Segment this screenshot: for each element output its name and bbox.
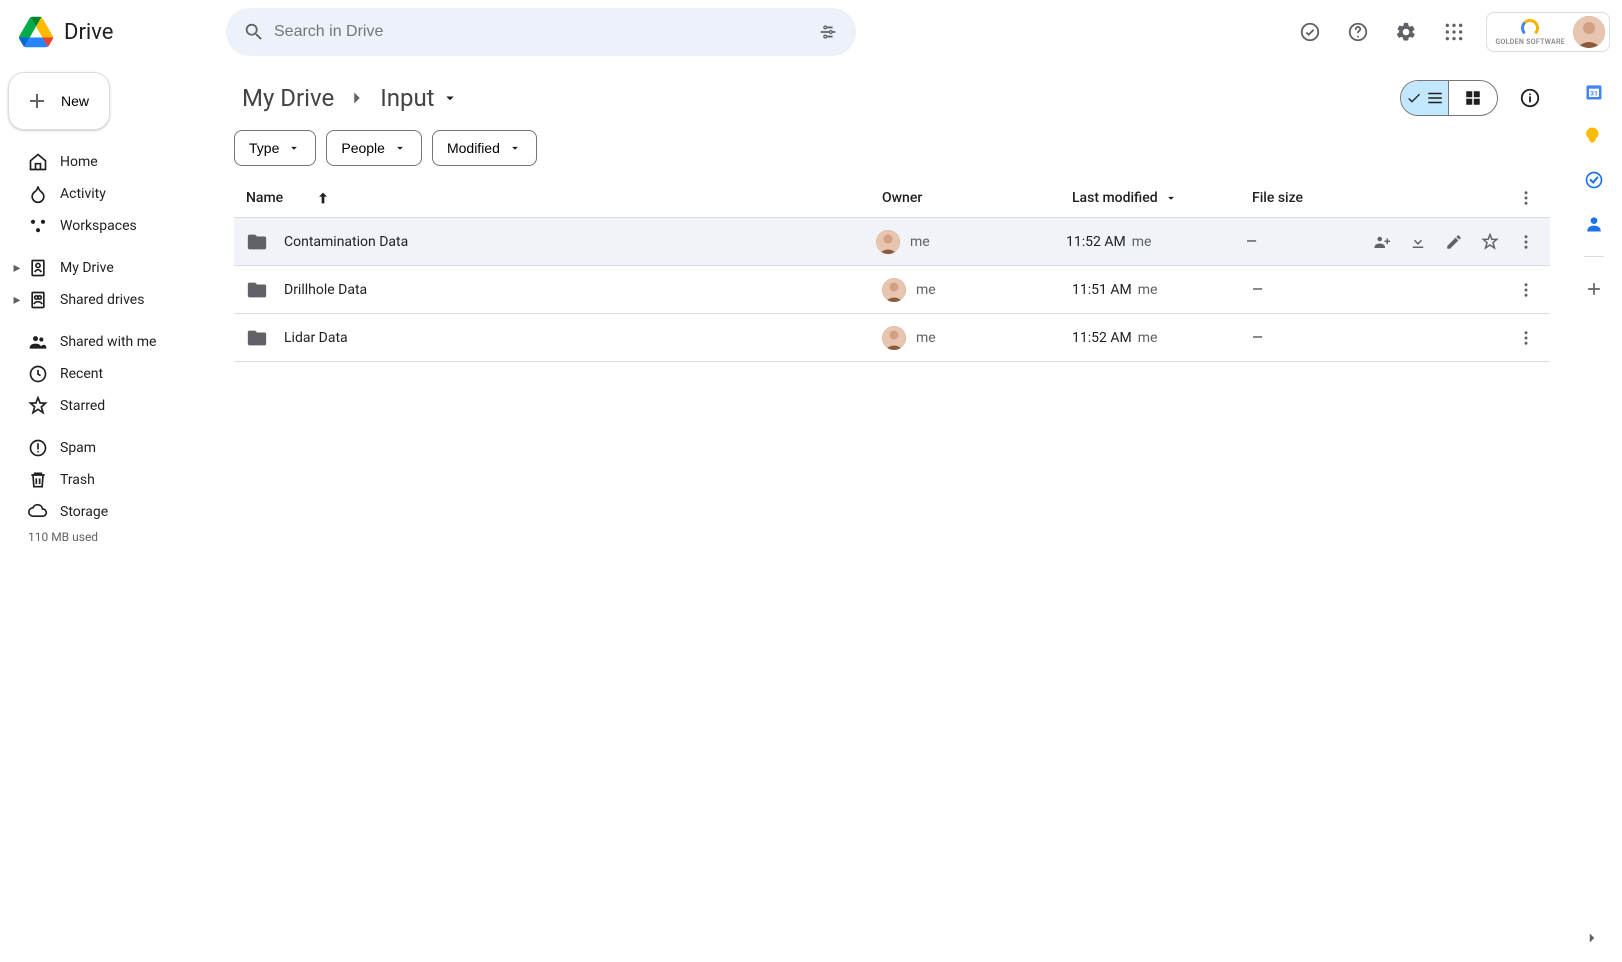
sidebar-item-activity[interactable]: Activity — [8, 178, 218, 210]
filter-people[interactable]: People — [326, 130, 422, 166]
table-row[interactable]: Drillhole Data me 11:51 AM me — — [234, 266, 1550, 314]
breadcrumb-current[interactable]: Input — [372, 80, 466, 116]
sort-indicator-icon — [1164, 191, 1178, 205]
drive-logo-icon — [16, 12, 56, 52]
owner-label: me — [916, 330, 936, 346]
new-button-label: New — [61, 93, 89, 109]
sidebar-item-recent[interactable]: Recent — [8, 358, 218, 390]
app-title: Drive — [64, 20, 113, 45]
star-icon[interactable] — [1474, 226, 1506, 258]
sort-ascending-icon[interactable] — [315, 190, 331, 206]
breadcrumbs: My Drive Input — [234, 80, 467, 116]
get-addons-icon[interactable] — [1574, 269, 1614, 309]
column-size[interactable]: File size — [1252, 190, 1372, 206]
search-icon[interactable] — [234, 12, 274, 52]
table-row[interactable]: Lidar Data me 11:52 AM me — — [234, 314, 1550, 362]
sidebar-item-spam[interactable]: Spam — [8, 432, 218, 464]
details-icon[interactable] — [1510, 78, 1550, 118]
expand-icon[interactable]: ▸ — [10, 292, 24, 308]
rename-icon[interactable] — [1438, 226, 1470, 258]
table-header: Name Owner Last modified File size — [234, 178, 1550, 218]
column-owner[interactable]: Owner — [882, 190, 1072, 206]
file-table: Name Owner Last modified File size — [234, 178, 1550, 362]
modified-time: 11:52 AM — [1066, 234, 1126, 250]
owner-label: me — [910, 234, 930, 250]
help-icon[interactable] — [1338, 12, 1378, 52]
sidebar-item-shared-drives[interactable]: ▸ Shared drives — [8, 284, 218, 316]
table-row[interactable]: Contamination Data me 11:52 AM me — — [234, 218, 1550, 266]
owner-avatar — [882, 326, 906, 350]
search-input[interactable] — [274, 23, 808, 41]
grid-view-button[interactable] — [1449, 81, 1497, 115]
apps-icon[interactable] — [1434, 12, 1474, 52]
dropdown-icon — [441, 89, 459, 107]
account-chip[interactable]: GOLDEN SOFTWARE — [1486, 12, 1610, 52]
more-actions-icon[interactable] — [1510, 274, 1542, 306]
filter-bar: Type People Modified — [234, 126, 1550, 178]
modified-time: 11:51 AM — [1072, 282, 1132, 298]
column-modified[interactable]: Last modified — [1072, 190, 1252, 206]
collapse-side-panel-icon[interactable] — [1576, 922, 1608, 954]
sidebar-item-home[interactable]: Home — [8, 146, 218, 178]
folder-icon — [246, 279, 268, 301]
main-content: My Drive Input — [218, 64, 1566, 962]
storage-used-text: 110 MB used — [8, 530, 218, 544]
sidebar-item-workspaces[interactable]: Workspaces — [8, 210, 218, 242]
file-size: — — [1252, 330, 1372, 346]
filter-type[interactable]: Type — [234, 130, 316, 166]
modified-by: me — [1138, 330, 1158, 346]
more-actions-icon[interactable] — [1510, 226, 1542, 258]
file-size: — — [1246, 234, 1366, 250]
owner-avatar — [882, 278, 906, 302]
keep-app-icon[interactable] — [1574, 116, 1614, 156]
owner-avatar — [876, 230, 900, 254]
folder-icon — [246, 231, 268, 253]
file-name: Contamination Data — [284, 234, 408, 250]
tasks-app-icon[interactable] — [1574, 160, 1614, 200]
download-icon[interactable] — [1402, 226, 1434, 258]
company-logo: GOLDEN SOFTWARE — [1495, 19, 1565, 46]
header-actions: GOLDEN SOFTWARE — [1290, 12, 1614, 52]
sidebar-item-shared-with-me[interactable]: Shared with me — [8, 326, 218, 358]
filter-modified[interactable]: Modified — [432, 130, 537, 166]
new-button[interactable]: New — [8, 72, 110, 130]
owner-label: me — [916, 282, 936, 298]
column-options-button[interactable] — [1510, 182, 1542, 214]
modified-by: me — [1138, 282, 1158, 298]
breadcrumb-root[interactable]: My Drive — [234, 80, 342, 116]
share-icon[interactable] — [1366, 226, 1398, 258]
svg-text:31: 31 — [1590, 89, 1598, 97]
modified-by: me — [1132, 234, 1152, 250]
sidebar: New Home Activity Workspaces ▸ My Drive — [0, 64, 218, 962]
search-options-icon[interactable] — [808, 12, 848, 52]
folder-icon — [246, 327, 268, 349]
offline-status-icon[interactable] — [1290, 12, 1330, 52]
list-view-button[interactable] — [1401, 81, 1449, 115]
settings-icon[interactable] — [1386, 12, 1426, 52]
modified-time: 11:52 AM — [1072, 330, 1132, 346]
view-toggle — [1400, 80, 1498, 116]
calendar-app-icon[interactable]: 31 — [1574, 72, 1614, 112]
file-name: Lidar Data — [284, 330, 348, 346]
logo-section[interactable]: Drive — [8, 12, 218, 52]
side-panel: 31 — [1566, 64, 1622, 962]
file-size: — — [1252, 282, 1372, 298]
contacts-app-icon[interactable] — [1574, 204, 1614, 244]
sidebar-item-my-drive[interactable]: ▸ My Drive — [8, 252, 218, 284]
more-actions-icon[interactable] — [1510, 322, 1542, 354]
expand-icon[interactable]: ▸ — [10, 260, 24, 276]
sidebar-item-storage[interactable]: Storage — [8, 496, 218, 528]
file-name: Drillhole Data — [284, 282, 367, 298]
column-name[interactable]: Name — [246, 190, 882, 206]
sidebar-item-trash[interactable]: Trash — [8, 464, 218, 496]
app-header: Drive GOLDEN SOFTWARE — [0, 0, 1622, 64]
chevron-right-icon — [346, 87, 368, 109]
search-bar[interactable] — [226, 8, 856, 56]
user-avatar[interactable] — [1573, 16, 1605, 48]
sidebar-item-starred[interactable]: Starred — [8, 390, 218, 422]
